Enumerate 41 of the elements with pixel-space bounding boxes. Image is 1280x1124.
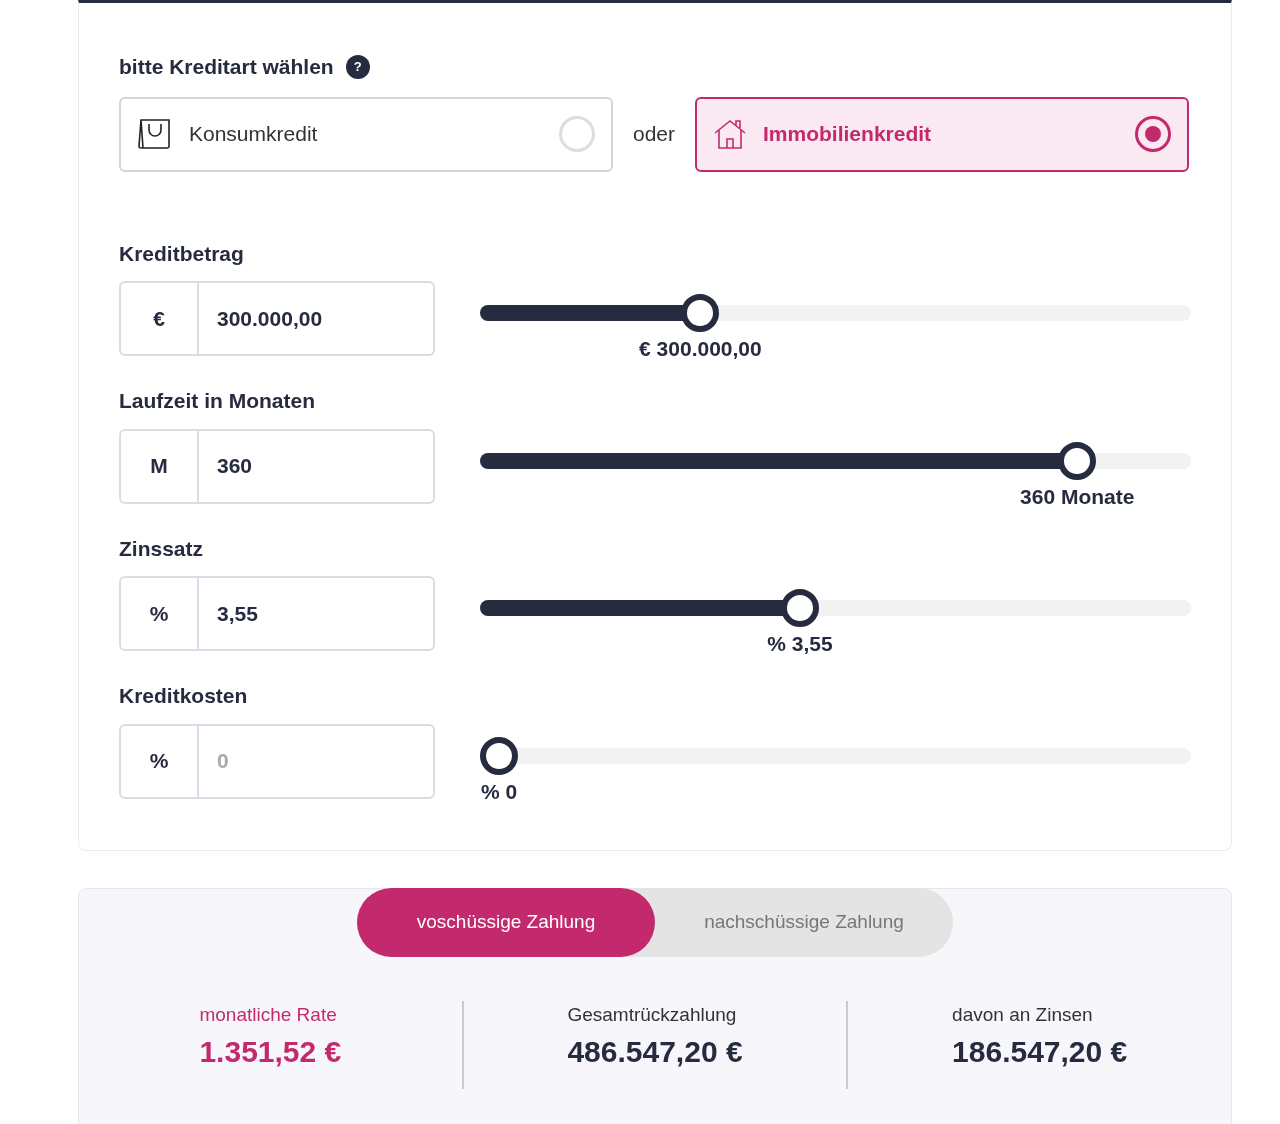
radio-button-icon <box>1135 116 1172 152</box>
result-label: Gesamtrückzahlung <box>567 1002 738 1027</box>
field-label: Kreditkosten <box>119 683 249 709</box>
result-value: 486.547,20 € <box>567 1034 743 1070</box>
field-label: Laufzeit in Monaten <box>119 388 316 414</box>
number-input-field[interactable]: 360 <box>199 428 435 504</box>
slider-value: € 300.000,00 <box>639 336 762 362</box>
credit-type-option[interactable]: Konsumkredit <box>119 96 613 172</box>
shopping-bag-icon <box>137 118 173 150</box>
credit-type-option[interactable]: Immobilienkredit <box>695 96 1190 172</box>
slider[interactable] <box>480 441 1191 480</box>
field-label: Zinssatz <box>119 535 205 562</box>
slider-value: % 0 <box>480 778 518 805</box>
number-input-field[interactable]: 0 <box>199 723 435 799</box>
slider-value: 360 Monate <box>1020 483 1135 510</box>
credit-type-label: bitte Kreditart wählen <box>119 54 334 80</box>
slider-handle[interactable] <box>780 589 819 627</box>
slider[interactable] <box>480 736 1191 775</box>
result-value: 186.547,20 € <box>952 1034 1128 1070</box>
slider-handle[interactable] <box>681 294 720 332</box>
help-button[interactable]: ? <box>345 54 370 79</box>
slider-handle[interactable] <box>480 736 518 775</box>
separator-text: oder <box>633 121 676 148</box>
result-label: monatliche Rate <box>199 1002 338 1027</box>
result-value: 1.351,52 € <box>199 1034 342 1070</box>
slider-handle[interactable] <box>1058 441 1097 480</box>
number-input-field[interactable]: 300.000,00 <box>199 281 435 356</box>
slider[interactable] <box>480 589 1191 627</box>
payment-mode-tab[interactable]: voschüssige Zahlung <box>357 887 655 957</box>
result-label: davon an Zinsen <box>952 1002 1094 1027</box>
slider-value: % 3,55 <box>767 631 833 657</box>
field-label: Kreditbetrag <box>119 240 245 267</box>
unit-label: € <box>119 281 199 356</box>
payment-mode-tab[interactable]: nachschüssige Zahlung <box>655 887 953 957</box>
slider[interactable] <box>480 294 1191 332</box>
house-icon <box>713 118 748 150</box>
unit-label: % <box>119 723 199 799</box>
radio-button-icon <box>559 116 595 152</box>
number-input-field[interactable]: 3,55 <box>199 576 435 651</box>
unit-label: % <box>119 576 199 651</box>
unit-label: M <box>119 428 199 504</box>
